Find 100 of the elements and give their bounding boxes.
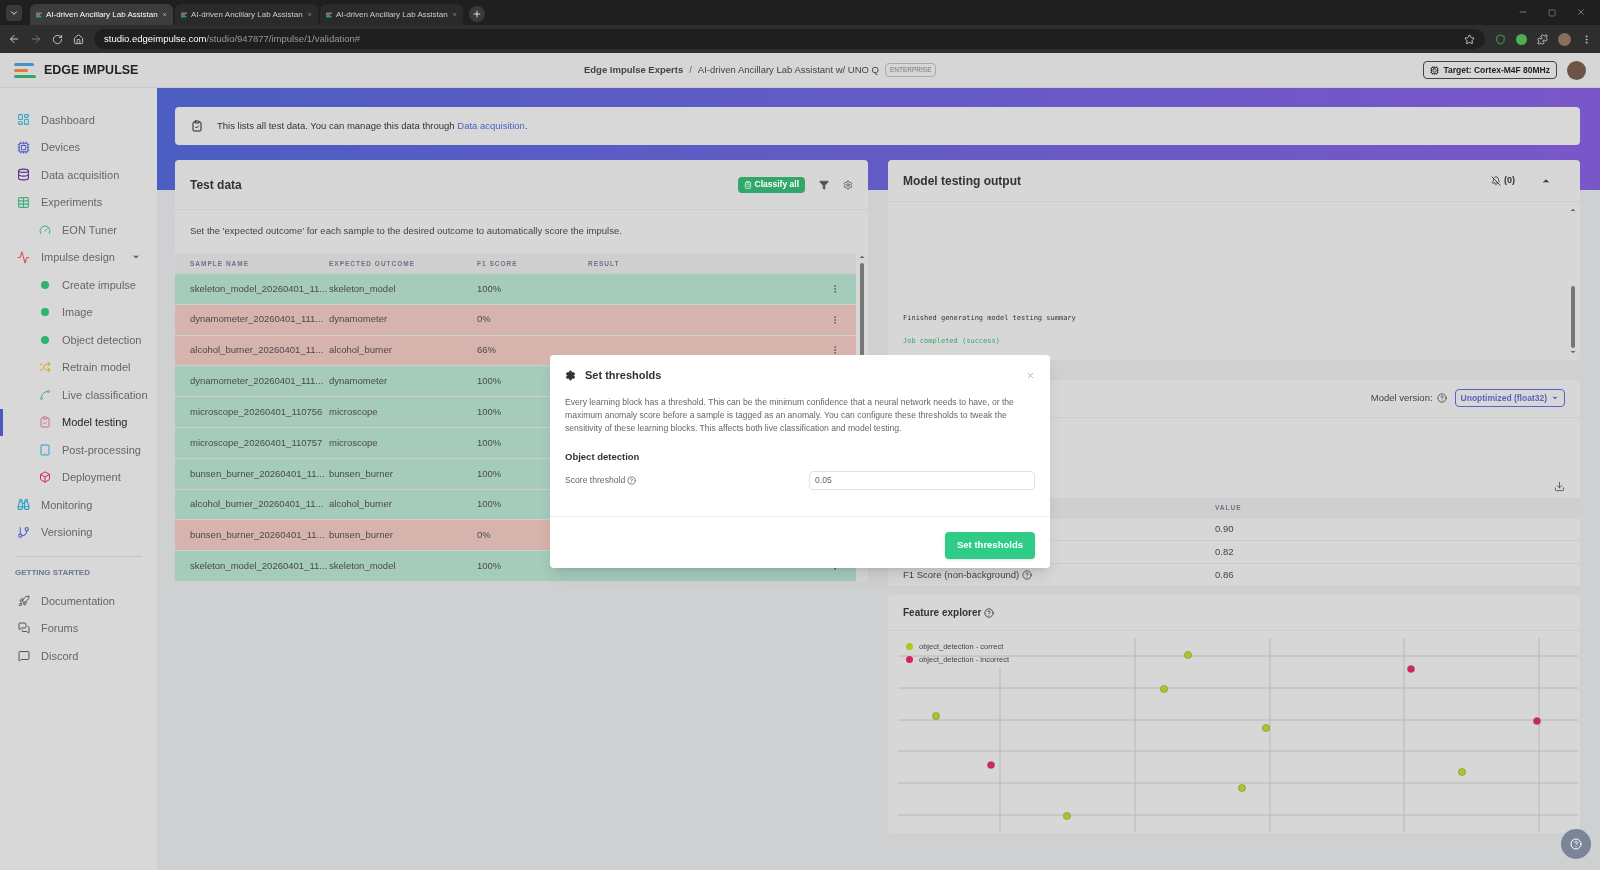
scroll-up-icon[interactable] <box>1569 206 1577 214</box>
breadcrumb-link[interactable]: Edge Impulse Experts <box>583 62 684 78</box>
close-icon[interactable] <box>161 10 167 19</box>
sidebar-item[interactable]: Versioning <box>0 518 157 546</box>
bookmark-icon[interactable] <box>1464 33 1475 45</box>
sidebar-item[interactable]: Deployment <box>0 463 157 491</box>
curve-icon <box>38 388 51 401</box>
back-icon[interactable] <box>8 33 20 45</box>
profile-avatar[interactable] <box>1558 32 1571 46</box>
close-icon[interactable] <box>1576 7 1586 17</box>
browser-tab[interactable]: AI-driven Ancillary Lab Assistan <box>30 4 173 25</box>
table-cell: bunsen_burner_20260401_11... <box>190 467 325 479</box>
maximize-icon[interactable] <box>1548 9 1556 17</box>
field-label: Score threshold <box>565 473 626 487</box>
table-cell: 100% <box>477 375 502 387</box>
sidebar-item[interactable]: Devices <box>0 133 157 161</box>
table-cell: bunsen_burner <box>329 467 393 479</box>
help-icon[interactable] <box>984 607 995 618</box>
settings-icon[interactable] <box>843 179 853 190</box>
browser-tab[interactable]: AI-driven Ancillary Lab Assistan <box>320 4 463 25</box>
classify-all-button[interactable]: Classify all <box>737 176 805 193</box>
sidebar-item[interactable]: Post-processing <box>0 436 157 464</box>
data-point <box>1160 685 1168 693</box>
table-cell: 100% <box>477 405 502 417</box>
table-cell: 0% <box>477 529 491 541</box>
download-icon[interactable] <box>1554 480 1565 492</box>
table-cell: alcohol_burner_20260401_11... <box>190 498 324 510</box>
data-point <box>1063 812 1071 820</box>
tab-menu-icon[interactable] <box>6 5 22 21</box>
sidebar-link[interactable]: Documentation <box>0 587 157 615</box>
sidebar-item[interactable]: Live classification <box>0 381 157 409</box>
sidebar-item[interactable]: Retrain model <box>0 353 157 381</box>
metric-value: 0.90 <box>1215 522 1234 537</box>
puzzle-icon[interactable] <box>1537 33 1548 45</box>
sidebar-item[interactable]: EON Tuner <box>0 216 157 244</box>
score-threshold-field[interactable]: 0.05 <box>809 470 1035 490</box>
reload-icon[interactable] <box>52 33 63 45</box>
logo-icon <box>326 10 332 19</box>
help-icon <box>1570 838 1582 850</box>
rocket-icon <box>17 594 30 607</box>
table-cell: alcohol_burner_20260401_11... <box>190 344 324 356</box>
data-point <box>1262 724 1270 732</box>
table-cell: 100% <box>477 559 502 571</box>
sample-row[interactable]: dynamometer_20260401_111... dynamometer 0% <box>175 304 856 336</box>
gear-icon <box>565 369 576 381</box>
scroll-up-icon[interactable] <box>858 253 866 261</box>
browser-tab[interactable]: AI-driven Ancillary Lab Assistan <box>175 4 318 25</box>
table-cell: dynamometer_20260401_111... <box>190 375 324 387</box>
table-cell: skeleton_model <box>329 559 396 571</box>
help-icon[interactable] <box>1436 393 1447 404</box>
extension-icon[interactable] <box>1516 33 1527 45</box>
sidebar-item[interactable]: Monitoring <box>0 491 157 519</box>
logo-icon <box>181 10 187 19</box>
sidebar-item[interactable]: Impulse design <box>0 243 157 271</box>
table-cell: skeleton_model_20260401_11... <box>190 282 328 294</box>
muted-bell-icon[interactable] <box>1491 175 1501 186</box>
table-cell: 100% <box>477 436 502 448</box>
new-tab-icon[interactable] <box>469 6 485 22</box>
gauge-icon <box>38 223 51 236</box>
table-cell: 100% <box>477 498 502 510</box>
metric-value: 0.82 <box>1215 545 1234 560</box>
table-cell: microscope_20260401_110757 <box>190 436 323 448</box>
app-logo-text: EDGE IMPULSE <box>44 61 139 79</box>
sidebar-item[interactable]: Data acquisition <box>0 161 157 189</box>
close-icon[interactable] <box>1026 370 1035 380</box>
close-icon[interactable] <box>451 10 457 19</box>
data-point <box>1533 717 1541 725</box>
close-icon[interactable] <box>306 10 312 19</box>
data-acquisition-link[interactable]: Data acquisition <box>457 119 525 131</box>
shield-icon[interactable] <box>1495 33 1506 45</box>
chip-icon <box>1430 65 1440 75</box>
target-button[interactable]: Target: Cortex-M4F 80MHz <box>1423 61 1557 79</box>
table-cell: skeleton_model_20260401_11... <box>190 559 328 571</box>
clipboard-icon <box>38 416 51 429</box>
help-icon[interactable] <box>1022 570 1033 581</box>
address-field[interactable]: studio.edgeimpulse.com/studio/947877/impulse/1/validation# <box>94 29 1485 49</box>
sidebar-link[interactable]: Discord <box>0 642 157 670</box>
sidebar-item[interactable]: Image <box>0 298 157 326</box>
data-point <box>932 712 940 720</box>
user-avatar[interactable] <box>1567 60 1586 80</box>
notification-count: (0) <box>1504 173 1515 187</box>
home-icon[interactable] <box>73 33 84 45</box>
scroll-down-icon[interactable] <box>1569 348 1577 356</box>
clipboard-icon <box>191 120 203 132</box>
metric-label: F1 Score (non-background) <box>903 568 1020 582</box>
tablet-icon <box>38 443 51 456</box>
sidebar-link[interactable]: Forums <box>0 614 157 642</box>
description-text: Set the 'expected outcome' for each sample to the desired outcome to automatically score the impulse. <box>190 224 622 239</box>
model-version-dropdown[interactable]: Unoptimized (float32) <box>1454 389 1565 408</box>
section-title: GETTING STARTED <box>14 567 91 579</box>
sample-row[interactable]: skeleton_model_20260401_11... skeleton_model 100% <box>175 273 856 305</box>
sidebar-item[interactable]: Object detection <box>0 326 157 354</box>
shuffle-icon <box>38 361 51 374</box>
help-icon[interactable] <box>627 475 637 485</box>
forward-icon[interactable] <box>30 33 42 45</box>
filter-icon[interactable] <box>819 179 829 190</box>
sidebar-item[interactable]: Create impulse <box>0 271 157 299</box>
sidebar-item[interactable]: Dashboard <box>0 106 157 134</box>
logo-icon <box>36 10 42 19</box>
sidebar-item[interactable]: Experiments <box>0 188 157 216</box>
